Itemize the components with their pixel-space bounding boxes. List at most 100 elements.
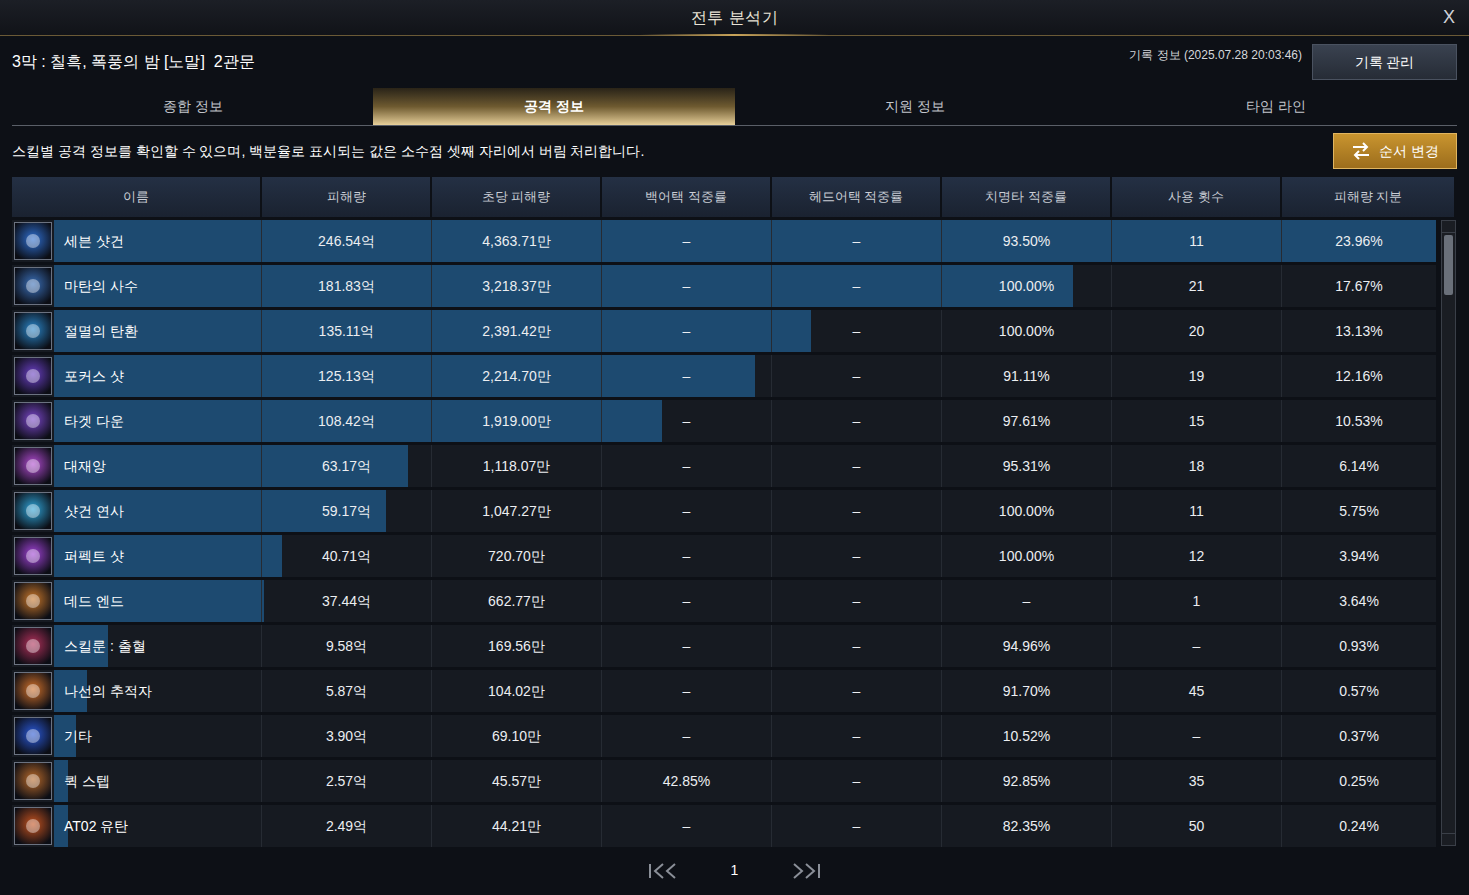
table-row[interactable]: 퍼펙트 샷40.71억720.70만––100.00%123.94% bbox=[12, 535, 1436, 577]
tab[interactable]: 타임 라인 bbox=[1096, 88, 1457, 125]
table-cell: – bbox=[772, 715, 942, 757]
cell-value: 0.37% bbox=[1339, 726, 1379, 747]
close-button[interactable]: X bbox=[1439, 4, 1459, 31]
skill-icon bbox=[14, 672, 52, 710]
skill-icon bbox=[14, 357, 52, 395]
tab[interactable]: 종합 정보 bbox=[12, 88, 373, 125]
table-cell: 720.70만 bbox=[432, 535, 602, 577]
column-header: 백어택 적중률 bbox=[602, 177, 772, 217]
row-area: 스킬룬 : 출혈9.58억169.56만––94.96%–0.93% bbox=[54, 625, 1436, 667]
cell-value: – bbox=[853, 636, 861, 657]
table-cell: 0.93% bbox=[1282, 625, 1436, 667]
cell-value: 91.11% bbox=[1003, 366, 1049, 387]
pagination: 1 bbox=[0, 852, 1469, 895]
name-cell: 퀵 스텝 bbox=[54, 760, 262, 802]
table-cell: – bbox=[772, 220, 942, 262]
description-row: 스킬별 공격 정보를 확인할 수 있으며, 백분율로 표시되는 값은 소수점 셋… bbox=[0, 126, 1469, 176]
table-row[interactable]: 타겟 다운108.42억1,919.00만––97.61%1510.53% bbox=[12, 400, 1436, 442]
skill-glyph-icon bbox=[26, 819, 40, 833]
skill-icon-cell bbox=[12, 400, 54, 442]
table-cell: 100.00% bbox=[942, 490, 1112, 532]
table-row[interactable]: 퀵 스텝2.57억45.57만42.85%–92.85%350.25% bbox=[12, 760, 1436, 802]
manage-button[interactable]: 기록 관리 bbox=[1312, 44, 1457, 80]
cell-value: – bbox=[683, 456, 691, 477]
table-cell: – bbox=[772, 445, 942, 487]
table-cell: – bbox=[772, 625, 942, 667]
cell-value: – bbox=[683, 231, 691, 252]
table-cell: 125.13억 bbox=[262, 355, 432, 397]
table-cell: 5.75% bbox=[1282, 490, 1436, 532]
scroll-thumb[interactable] bbox=[1444, 235, 1453, 295]
table-row[interactable]: 마탄의 사수181.83억3,218.37만––100.00%2117.67% bbox=[12, 265, 1436, 307]
name-cell: 샷건 연사 bbox=[54, 490, 262, 532]
table-cell: – bbox=[772, 490, 942, 532]
table-cell: 1,118.07만 bbox=[432, 445, 602, 487]
table-cell: – bbox=[1112, 715, 1282, 757]
cell-value: – bbox=[683, 726, 691, 747]
order-label: 순서 변경 bbox=[1379, 141, 1439, 162]
table-cell: – bbox=[602, 805, 772, 847]
cell-value: 1,047.27만 bbox=[482, 501, 551, 522]
table-row[interactable]: AT02 유탄2.49억44.21만––82.35%500.24% bbox=[12, 805, 1436, 847]
cell-value: 0.57% bbox=[1339, 681, 1379, 702]
table-cell: 21 bbox=[1112, 265, 1282, 307]
scrollbar[interactable] bbox=[1441, 220, 1456, 846]
table-cell: 100.00% bbox=[942, 535, 1112, 577]
column-label: 이름 bbox=[123, 187, 149, 207]
table-cell: 100.00% bbox=[942, 310, 1112, 352]
table-row[interactable]: 기타3.90억69.10만––10.52%–0.37% bbox=[12, 715, 1436, 757]
cell-value: 18 bbox=[1189, 456, 1205, 477]
table-row[interactable]: 대재앙63.17억1,118.07만––95.31%186.14% bbox=[12, 445, 1436, 487]
table-row[interactable]: 스킬룬 : 출혈9.58억169.56만––94.96%–0.93% bbox=[12, 625, 1436, 667]
tab[interactable]: 지원 정보 bbox=[735, 88, 1096, 125]
cell-value: – bbox=[1193, 726, 1201, 747]
order-button[interactable]: 순서 변경 bbox=[1333, 133, 1457, 169]
skill-name: 포커스 샷 bbox=[64, 366, 124, 387]
table-cell: 15 bbox=[1112, 400, 1282, 442]
table-row[interactable]: 세븐 샷건246.54억4,363.71만––93.50%1123.96% bbox=[12, 220, 1436, 262]
table-cell: – bbox=[772, 310, 942, 352]
name-cell: 스킬룬 : 출혈 bbox=[54, 625, 262, 667]
cell-value: – bbox=[853, 546, 861, 567]
table-cell: – bbox=[942, 580, 1112, 622]
table-row[interactable]: 나선의 추적자5.87억104.02만––91.70%450.57% bbox=[12, 670, 1436, 712]
table-cell: 0.24% bbox=[1282, 805, 1436, 847]
column-label: 피해량 bbox=[327, 187, 366, 207]
row-cells: 퍼펙트 샷40.71억720.70만––100.00%123.94% bbox=[54, 535, 1436, 577]
table-cell: 11 bbox=[1112, 220, 1282, 262]
cell-value: 169.56만 bbox=[488, 636, 545, 657]
table-cell: 37.44억 bbox=[262, 580, 432, 622]
cell-value: – bbox=[683, 681, 691, 702]
table-cell: – bbox=[602, 310, 772, 352]
tab[interactable]: 공격 정보 bbox=[373, 88, 734, 125]
scroll-track bbox=[1442, 233, 1455, 833]
skill-name: 퍼펙트 샷 bbox=[64, 546, 124, 567]
table-row[interactable]: 데드 엔드37.44억662.77만–––13.64% bbox=[12, 580, 1436, 622]
tab-label: 지원 정보 bbox=[885, 96, 945, 117]
table-row[interactable]: 샷건 연사59.17억1,047.27만––100.00%115.75% bbox=[12, 490, 1436, 532]
table-row[interactable]: 절멸의 탄환135.11억2,391.42만––100.00%2013.13% bbox=[12, 310, 1436, 352]
description: 스킬별 공격 정보를 확인할 수 있으며, 백분율로 표시되는 값은 소수점 셋… bbox=[12, 141, 1333, 162]
row-cells: AT02 유탄2.49억44.21만––82.35%500.24% bbox=[54, 805, 1436, 847]
cell-value: 20 bbox=[1189, 321, 1205, 342]
cell-value: 3,218.37만 bbox=[482, 276, 551, 297]
table-cell: 6.14% bbox=[1282, 445, 1436, 487]
name-cell: 기타 bbox=[54, 715, 262, 757]
table-cell: 93.50% bbox=[942, 220, 1112, 262]
table-cell: 20 bbox=[1112, 310, 1282, 352]
table-cell: 2,214.70만 bbox=[432, 355, 602, 397]
cell-value: – bbox=[853, 276, 861, 297]
table-row[interactable]: 포커스 샷125.13억2,214.70만––91.11%1912.16% bbox=[12, 355, 1436, 397]
damage-bar bbox=[54, 355, 755, 397]
last-page-icon[interactable] bbox=[788, 862, 822, 880]
table-cell: 1,919.00만 bbox=[432, 400, 602, 442]
table-cell: 0.25% bbox=[1282, 760, 1436, 802]
skill-name: 데드 엔드 bbox=[64, 591, 124, 612]
first-page-icon[interactable] bbox=[647, 862, 681, 880]
tab-label: 종합 정보 bbox=[163, 96, 223, 117]
cell-value: 45 bbox=[1189, 681, 1205, 702]
skill-glyph-icon bbox=[26, 729, 40, 743]
table-cell: – bbox=[772, 535, 942, 577]
page-number[interactable]: 1 bbox=[731, 860, 739, 881]
cell-value: 662.77만 bbox=[488, 591, 545, 612]
